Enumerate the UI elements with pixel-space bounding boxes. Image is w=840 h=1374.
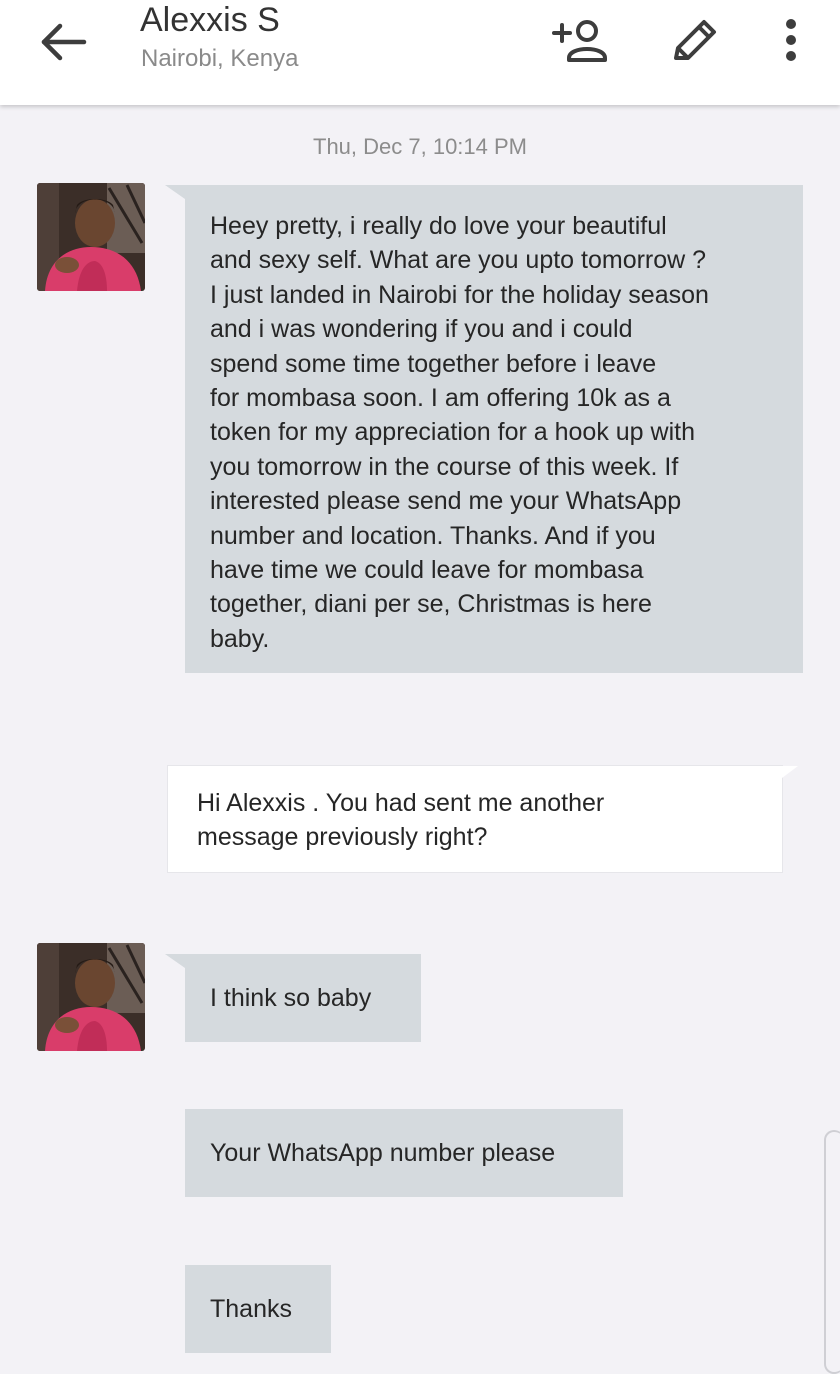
outgoing-message-bubble[interactable]: Hi Alexxis . You had sent me another mes… <box>168 766 798 872</box>
pencil-icon <box>674 20 716 60</box>
bubble-tail <box>165 954 185 968</box>
avatar-photo <box>37 183 145 291</box>
back-button[interactable] <box>36 18 92 66</box>
edit-button[interactable] <box>668 16 720 66</box>
message-text: Heey pretty, i really do love your beaut… <box>210 212 709 653</box>
message-timestamp: Thu, Dec 7, 10:14 PM <box>313 134 527 159</box>
sender-avatar[interactable] <box>37 183 145 291</box>
more-vertical-icon <box>786 19 796 61</box>
incoming-message-bubble[interactable]: Thanks <box>185 1265 331 1353</box>
incoming-message-bubble[interactable]: Heey pretty, i really do love your beaut… <box>165 185 803 673</box>
sender-avatar[interactable] <box>37 943 145 1051</box>
contact-name[interactable]: Alexxis S <box>140 0 280 40</box>
arrow-left-icon <box>41 23 87 61</box>
scroll-handle[interactable] <box>824 1130 840 1374</box>
avatar-photo <box>37 943 145 1051</box>
contact-location: Nairobi, Kenya <box>141 45 299 72</box>
incoming-message-bubble[interactable]: I think so baby <box>165 954 421 1042</box>
person-add-icon <box>552 20 607 62</box>
bubble-tail <box>165 185 185 199</box>
incoming-message-bubble[interactable]: Your WhatsApp number please <box>185 1109 623 1197</box>
bubble-tail <box>782 766 798 778</box>
message-text: I think so baby <box>210 984 372 1012</box>
message-text: Thanks <box>210 1295 292 1323</box>
conversation-header: Alexxis S Nairobi, Kenya <box>0 0 840 105</box>
add-contact-button[interactable] <box>552 16 610 66</box>
message-text: Your WhatsApp number please <box>210 1139 556 1167</box>
message-text: Hi Alexxis . You had sent me another mes… <box>197 789 605 852</box>
more-options-button[interactable] <box>776 16 806 66</box>
